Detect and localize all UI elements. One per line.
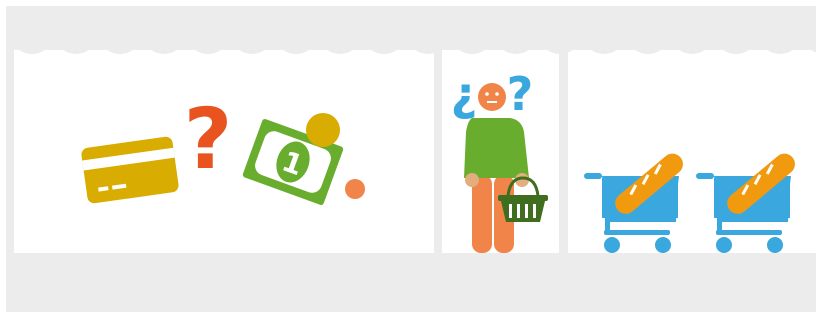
illustration-stage: ? 1 ¿ ? — [0, 0, 816, 312]
orange-dot — [345, 179, 365, 199]
shopper-question-mark: ? — [507, 67, 534, 121]
payment-question-mark: ? — [184, 90, 233, 188]
puzzled-face-icon — [478, 83, 506, 111]
awning-scallops — [10, 10, 816, 54]
coin-icon — [306, 113, 340, 147]
inverted-question-mark: ¿ — [451, 67, 478, 121]
shopping-scene-illustration: ? 1 ¿ ? — [6, 6, 816, 312]
